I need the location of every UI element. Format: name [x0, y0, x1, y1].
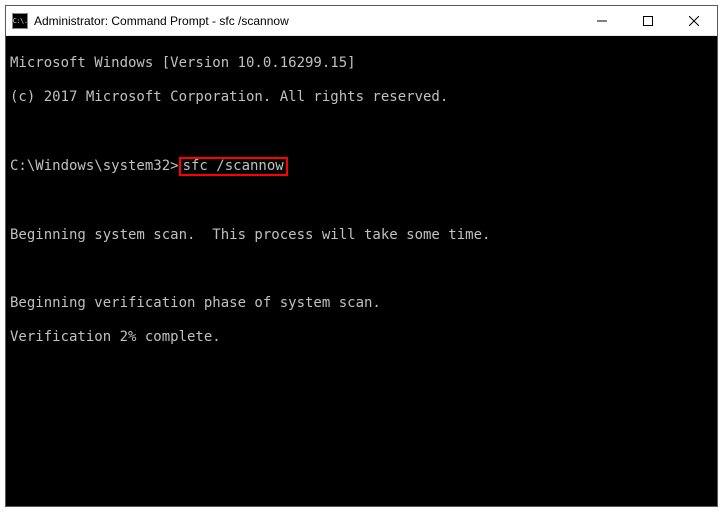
- blank-line: [10, 123, 713, 140]
- titlebar[interactable]: C:\. Administrator: Command Prompt - sfc…: [6, 6, 717, 36]
- cmd-icon: C:\.: [12, 13, 28, 29]
- version-text: Microsoft Windows [Version 10.0.16299.15…: [10, 55, 713, 72]
- progress-text: Verification 2% complete.: [10, 329, 713, 346]
- close-button[interactable]: [671, 6, 717, 35]
- copyright-text: (c) 2017 Microsoft Corporation. All righ…: [10, 89, 713, 106]
- prompt-path: C:\Windows\system32>: [10, 158, 179, 174]
- command-prompt-window: C:\. Administrator: Command Prompt - sfc…: [5, 5, 718, 507]
- command-highlight: sfc /scannow: [179, 157, 288, 176]
- window-title: Administrator: Command Prompt - sfc /sca…: [34, 14, 579, 28]
- maximize-button[interactable]: [625, 6, 671, 35]
- window-controls: [579, 6, 717, 35]
- scan-begin-text: Beginning system scan. This process will…: [10, 227, 713, 244]
- terminal-output[interactable]: Microsoft Windows [Version 10.0.16299.15…: [6, 36, 717, 506]
- minimize-button[interactable]: [579, 6, 625, 35]
- prompt-line: C:\Windows\system32>sfc /scannow: [10, 157, 713, 176]
- verify-begin-text: Beginning verification phase of system s…: [10, 295, 713, 312]
- blank-line: [10, 193, 713, 210]
- blank-line: [10, 261, 713, 278]
